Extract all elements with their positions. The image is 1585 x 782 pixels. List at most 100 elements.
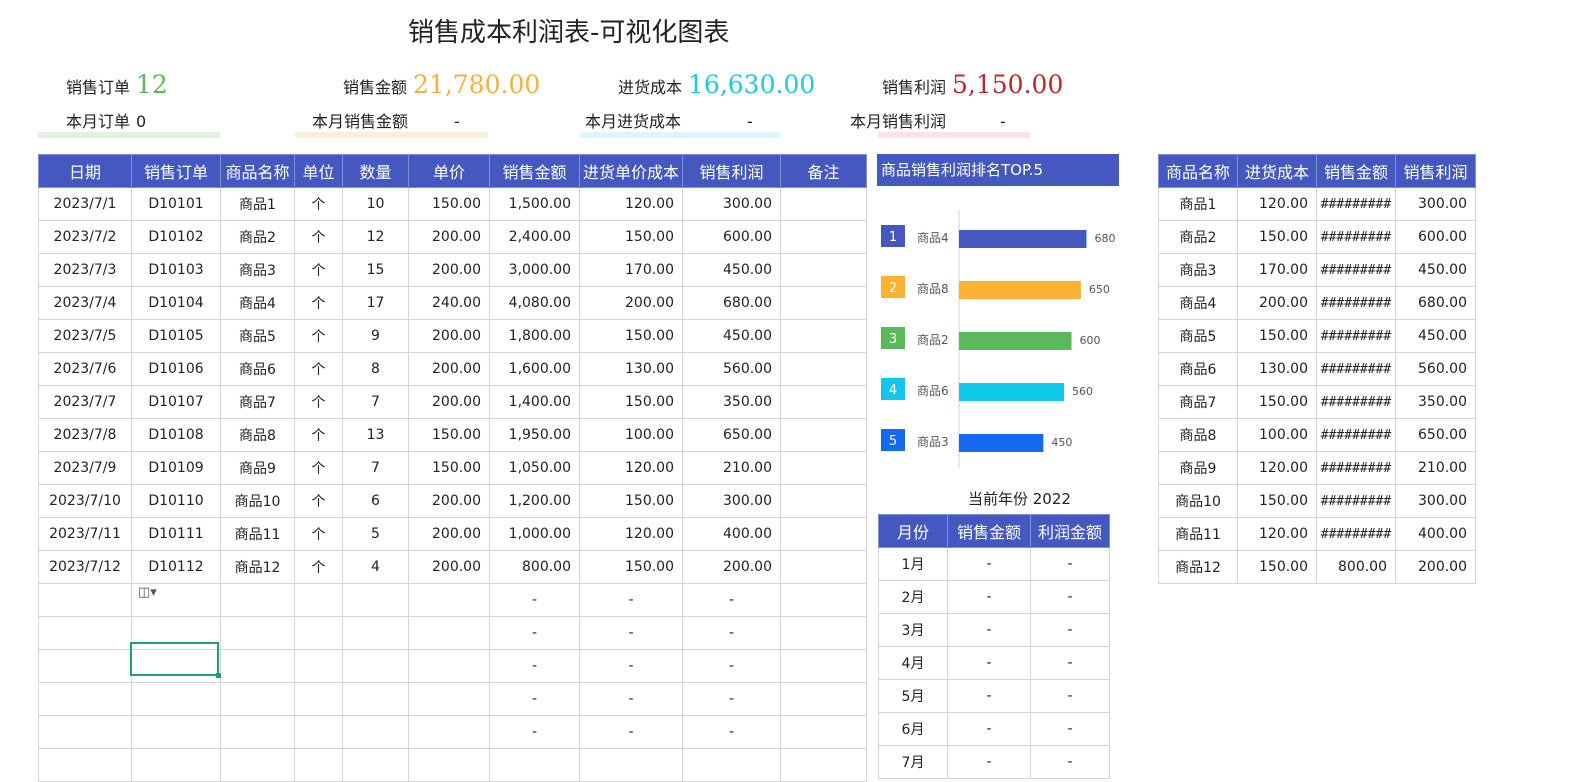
table-cell[interactable]: 300.00: [1395, 484, 1476, 518]
table-cell[interactable]: 120.00: [579, 517, 683, 551]
table-cell[interactable]: 9: [342, 319, 409, 353]
table-cell[interactable]: 130.00: [579, 352, 683, 386]
table-cell[interactable]: 2023/7/11: [38, 517, 132, 551]
table-cell[interactable]: [342, 583, 409, 617]
table-cell[interactable]: 350.00: [682, 385, 781, 419]
table-cell[interactable]: 1月: [878, 547, 948, 581]
table-cell[interactable]: D10104: [131, 286, 221, 320]
table-cell[interactable]: -: [1030, 646, 1110, 680]
table-cell[interactable]: 商品6: [220, 352, 295, 386]
table-cell[interactable]: 2,400.00: [489, 220, 580, 254]
table-cell[interactable]: 商品5: [1158, 319, 1238, 353]
table-cell[interactable]: #########: [1316, 484, 1396, 518]
table-cell[interactable]: -: [489, 616, 580, 650]
table-cell[interactable]: [294, 715, 343, 749]
table-cell[interactable]: 120.00: [1237, 187, 1317, 221]
column-header[interactable]: 销售订单: [131, 154, 221, 188]
table-cell[interactable]: 2023/7/12: [38, 550, 132, 584]
bar[interactable]: [959, 230, 1087, 248]
table-cell[interactable]: 3,000.00: [489, 253, 580, 287]
table-cell[interactable]: 商品7: [1158, 385, 1238, 419]
table-cell[interactable]: 商品4: [220, 286, 295, 320]
table-cell[interactable]: [780, 319, 867, 353]
table-cell[interactable]: #########: [1316, 253, 1396, 287]
table-cell[interactable]: [780, 220, 867, 254]
table-cell[interactable]: 6月: [878, 712, 948, 746]
table-cell[interactable]: -: [579, 715, 683, 749]
table-cell[interactable]: 800.00: [1316, 550, 1396, 584]
table-cell[interactable]: -: [947, 547, 1031, 581]
table-cell[interactable]: [780, 550, 867, 584]
table-cell[interactable]: #########: [1316, 319, 1396, 353]
table-cell[interactable]: -: [682, 715, 781, 749]
table-cell[interactable]: D10110: [131, 484, 221, 518]
table-cell[interactable]: -: [947, 679, 1031, 713]
table-cell[interactable]: [294, 748, 343, 782]
table-cell[interactable]: -: [579, 616, 683, 650]
table-cell[interactable]: 150.00: [1237, 319, 1317, 353]
table-cell[interactable]: 个: [294, 319, 343, 353]
table-cell[interactable]: [294, 616, 343, 650]
table-cell[interactable]: 120.00: [579, 451, 683, 485]
table-cell[interactable]: [220, 583, 295, 617]
table-cell[interactable]: -: [682, 583, 781, 617]
table-cell[interactable]: D10112: [131, 550, 221, 584]
table-cell[interactable]: 450.00: [1395, 319, 1476, 353]
table-cell[interactable]: [780, 517, 867, 551]
selected-cell[interactable]: [130, 642, 219, 676]
table-cell[interactable]: 150.00: [579, 550, 683, 584]
table-cell[interactable]: 200.00: [1395, 550, 1476, 584]
table-cell[interactable]: 4: [342, 550, 409, 584]
table-cell[interactable]: [342, 682, 409, 716]
column-header[interactable]: 单位: [294, 154, 343, 188]
table-cell[interactable]: D10106: [131, 352, 221, 386]
table-cell[interactable]: -: [947, 580, 1031, 614]
table-cell[interactable]: [38, 748, 132, 782]
table-cell[interactable]: 150.00: [1237, 385, 1317, 419]
table-cell[interactable]: 7月: [878, 745, 948, 779]
table-cell[interactable]: 150.00: [1237, 220, 1317, 254]
table-cell[interactable]: 170.00: [1237, 253, 1317, 287]
table-cell[interactable]: 商品6: [1158, 352, 1238, 386]
bar[interactable]: [959, 332, 1072, 350]
table-cell[interactable]: 商品1: [1158, 187, 1238, 221]
table-cell[interactable]: 个: [294, 550, 343, 584]
table-cell[interactable]: 4月: [878, 646, 948, 680]
table-cell[interactable]: 8: [342, 352, 409, 386]
table-cell[interactable]: [408, 583, 490, 617]
bar[interactable]: [959, 281, 1081, 299]
table-cell[interactable]: -: [489, 649, 580, 683]
table-cell[interactable]: 商品9: [220, 451, 295, 485]
table-cell[interactable]: 3月: [878, 613, 948, 647]
table-cell[interactable]: 200.00: [408, 550, 490, 584]
table-cell[interactable]: 150.00: [579, 220, 683, 254]
table-cell[interactable]: 2023/7/7: [38, 385, 132, 419]
table-cell[interactable]: D10111: [131, 517, 221, 551]
table-cell[interactable]: -: [1030, 679, 1110, 713]
table-cell[interactable]: 商品3: [220, 253, 295, 287]
table-cell[interactable]: 1,500.00: [489, 187, 580, 221]
table-cell[interactable]: 600.00: [682, 220, 781, 254]
table-cell[interactable]: [342, 748, 409, 782]
table-cell[interactable]: 17: [342, 286, 409, 320]
table-cell[interactable]: 150.00: [408, 418, 490, 452]
table-cell[interactable]: 商品7: [220, 385, 295, 419]
table-cell[interactable]: 650.00: [682, 418, 781, 452]
table-cell[interactable]: 个: [294, 517, 343, 551]
table-cell[interactable]: 800.00: [489, 550, 580, 584]
table-cell[interactable]: 1,950.00: [489, 418, 580, 452]
table-cell[interactable]: 15: [342, 253, 409, 287]
column-header[interactable]: 商品名称: [1158, 154, 1238, 188]
table-cell[interactable]: [294, 583, 343, 617]
table-cell[interactable]: 个: [294, 484, 343, 518]
table-cell[interactable]: 200.00: [408, 484, 490, 518]
table-cell[interactable]: [780, 748, 867, 782]
table-cell[interactable]: [489, 748, 580, 782]
table-cell[interactable]: 2023/7/1: [38, 187, 132, 221]
bar[interactable]: [959, 434, 1044, 452]
table-cell[interactable]: 商品4: [1158, 286, 1238, 320]
table-cell[interactable]: [780, 187, 867, 221]
table-cell[interactable]: 商品9: [1158, 451, 1238, 485]
table-cell[interactable]: -: [947, 646, 1031, 680]
table-cell[interactable]: D10101: [131, 187, 221, 221]
